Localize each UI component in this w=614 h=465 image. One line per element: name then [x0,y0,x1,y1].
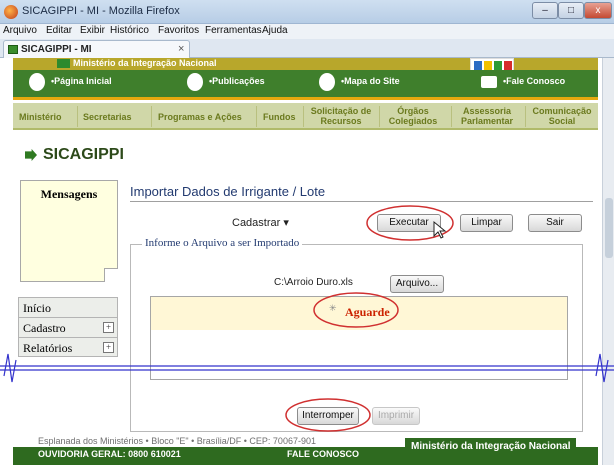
cadastrar-dropdown[interactable]: Cadastrar ▾ [232,216,289,229]
brazil-flag-icon [57,59,70,68]
home-icon [29,73,45,91]
nav-pagina-inicial[interactable]: •Página Inicial [51,76,112,86]
publications-icon [187,73,203,91]
window-title: SICAGIPPI - MI - Mozilla Firefox [22,5,180,17]
footer-ministry: Ministério da Integração Nacional [405,438,577,455]
menu-historico[interactable]: Histórico [110,25,149,36]
close-window-button[interactable]: x [584,2,612,19]
menu-ferramentas[interactable]: Ferramentas [205,25,262,36]
menu-arquivo[interactable]: Arquivo [3,25,37,36]
scrollbar-thumb[interactable] [605,198,613,258]
imprimir-button[interactable]: Imprimir [372,407,420,425]
nav-publicacoes[interactable]: •Publicações [209,76,265,86]
nav-solicitacao[interactable]: Solicitação de Recursos [306,106,376,126]
menu-editar[interactable]: Editar [46,25,72,36]
nav-mapa-do-site[interactable]: •Mapa do Site [341,76,400,86]
arrow-icon [25,149,37,161]
footer: Esplanada dos Ministérios • Bloco "E" • … [13,436,598,465]
messages-title: Mensagens [40,187,98,201]
main-navigation: Ministério Secretarias Programas e Ações… [13,103,598,130]
caret-down-icon: ▾ [283,217,289,229]
limpar-button[interactable]: Limpar [460,214,513,232]
menu-ajuda[interactable]: Ajuda [262,25,288,36]
mail-icon [481,76,497,88]
fieldset-legend: Informe o Arquivo a ser Importado [142,237,303,249]
top-navigation: •Página Inicial •Publicações •Mapa do Si… [13,70,598,100]
nav-fundos[interactable]: Fundos [263,112,296,122]
firefox-icon [4,5,18,19]
maximize-button[interactable]: □ [558,2,584,19]
tab-bar: SICAGIPPI - MI × [0,39,614,58]
sidebar-item-cadastro[interactable]: Cadastro + [18,317,118,337]
sidebar-item-label: Cadastro [23,321,66,335]
nav-orgaos[interactable]: Órgãos Colegiados [383,106,443,126]
page-title: Importar Dados de Irrigante / Lote [130,184,326,199]
footer-ouvidoria: OUVIDORIA GERAL: 0800 610021 [38,449,181,459]
tab-label: SICAGIPPI - MI [21,44,92,55]
arquivo-button[interactable]: Arquivo... [390,275,444,293]
site-map-icon [319,73,335,91]
nav-ministerio[interactable]: Ministério [19,112,62,122]
sidebar-item-label: Relatórios [23,341,73,355]
break-mark-left [3,353,17,383]
nav-secretarias[interactable]: Secretarias [83,112,132,122]
footer-address: Esplanada dos Ministérios • Bloco "E" • … [38,436,316,446]
menubar: Arquivo Editar Exibir Histórico Favorito… [0,24,614,39]
executar-button[interactable]: Executar [377,214,441,232]
minimize-button[interactable]: – [532,2,558,19]
nav-fale-conosco[interactable]: •Fale Conosco [503,76,565,86]
expand-icon[interactable]: + [103,342,114,353]
status-text: Aguarde [345,305,390,319]
nav-programas[interactable]: Programas e Ações [158,112,242,122]
favicon-icon [8,45,18,54]
expand-icon[interactable]: + [103,322,114,333]
brand-name: SICAGIPPI [43,146,124,163]
footer-fale-conosco[interactable]: FALE CONOSCO [287,449,359,459]
sair-button[interactable]: Sair [528,214,582,232]
messages-box: Mensagens [20,180,118,282]
file-path-field[interactable]: C:\Arroio Duro.xls [274,277,353,288]
title-divider [130,201,593,202]
vertical-scrollbar[interactable] [602,58,614,465]
sidebar-item-relatorios[interactable]: Relatórios + [18,337,118,357]
window-titlebar: SICAGIPPI - MI - Mozilla Firefox – □ x [0,0,614,24]
tab-sicagippi[interactable]: SICAGIPPI - MI × [3,40,190,58]
interromper-button[interactable]: Interromper [297,407,359,425]
side-menu: Início Cadastro + Relatórios + [18,297,118,357]
sidebar-item-label: Início [23,301,51,315]
menu-exibir[interactable]: Exibir [80,25,105,36]
nav-comunicacao[interactable]: Comunicação Social [527,106,597,126]
sidebar-item-inicio[interactable]: Início [18,297,118,317]
nav-assessoria[interactable]: Assessoria Parlamentar [455,106,519,126]
ministry-name: Ministério da Integração Nacional [73,58,217,68]
close-tab-icon[interactable]: × [178,43,184,55]
menu-favoritos[interactable]: Favoritos [158,25,199,36]
cadastrar-label: Cadastrar [232,217,281,229]
folded-corner [104,268,118,282]
